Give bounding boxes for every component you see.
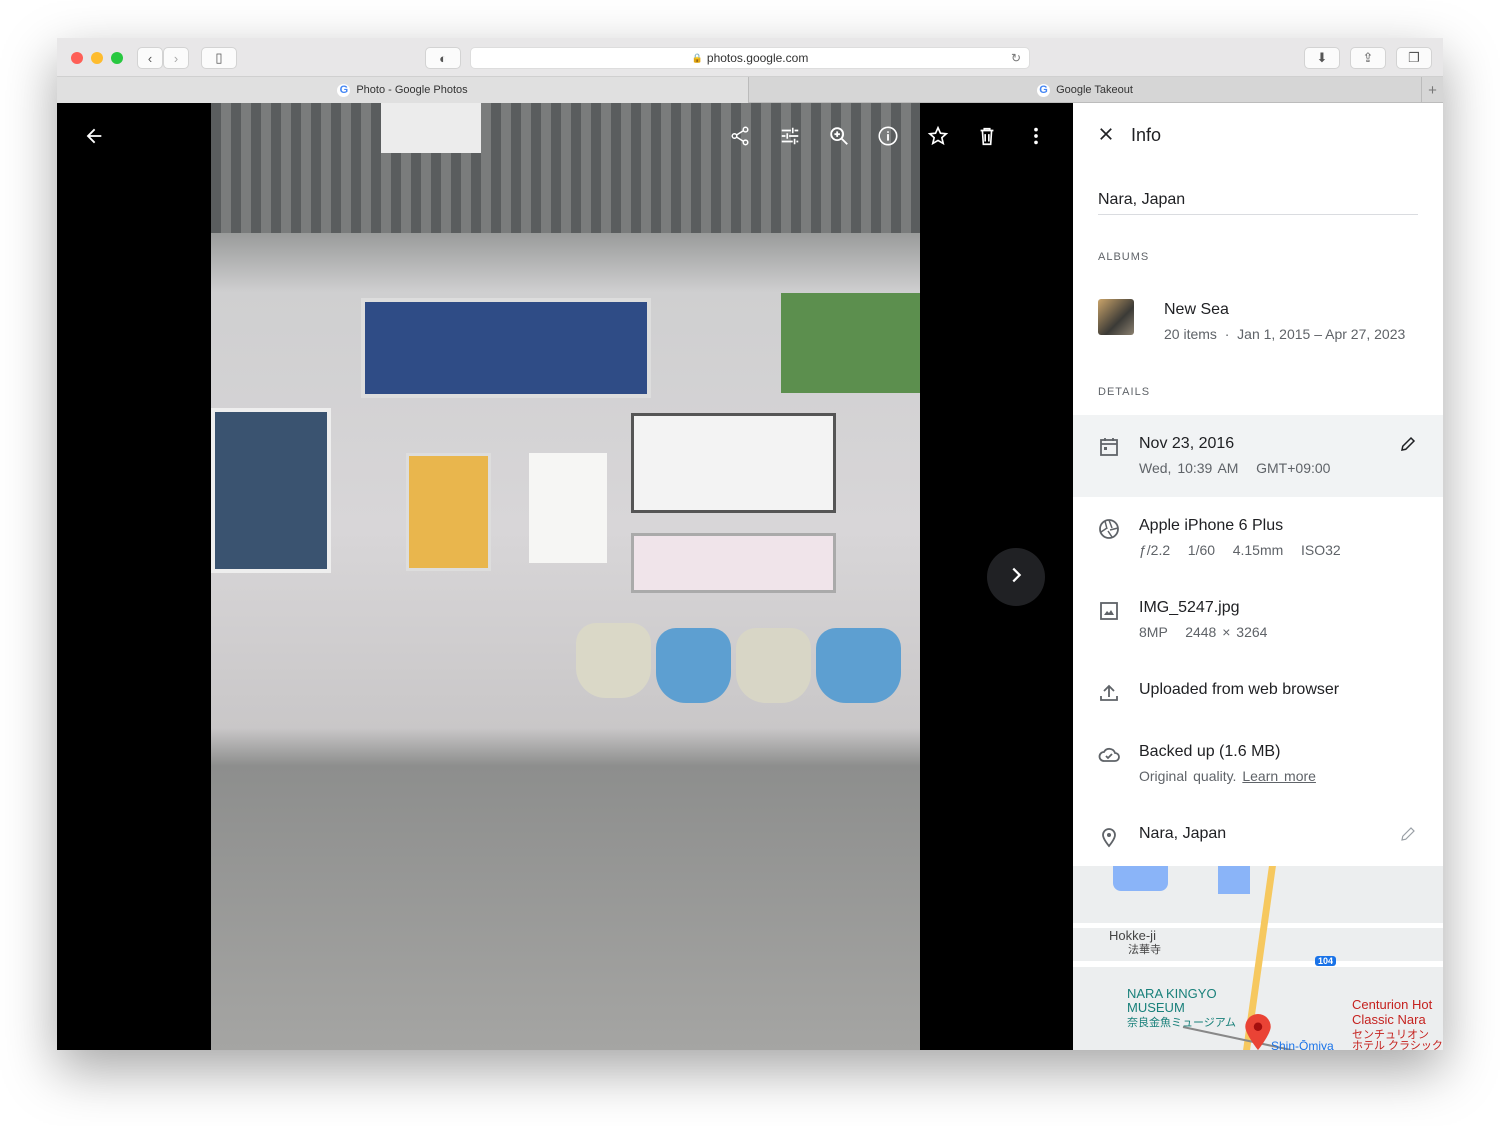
reload-icon[interactable]: ↻ (1011, 51, 1021, 65)
forward-button[interactable]: › (163, 47, 189, 69)
share-page-icon[interactable]: ⇪ (1350, 47, 1386, 69)
photo[interactable] (211, 103, 920, 1050)
tab-bar: G Photo - Google Photos G Google Takeout + (57, 77, 1443, 103)
info-panel: Info Nara, Japan ALBUMS New Sea 20 items… (1073, 103, 1443, 1050)
description-input[interactable]: Nara, Japan (1098, 191, 1418, 215)
map-label: 法華寺 (1128, 944, 1161, 956)
google-favicon-icon: G (1037, 83, 1051, 97)
location-pin-icon (1097, 825, 1121, 849)
close-icon[interactable] (1097, 125, 1115, 148)
cloud-done-icon (1097, 743, 1121, 767)
album-count: 20 items (1164, 326, 1217, 342)
edit-location-pencil-icon[interactable] (1399, 825, 1417, 848)
map-marker-icon (1245, 1014, 1271, 1050)
backup-row: Backed up (1.6 MB) Original quality. Lea… (1073, 723, 1443, 805)
google-favicon-icon: G (337, 83, 351, 97)
map-label: MUSEUM (1127, 1000, 1185, 1015)
star-icon[interactable] (925, 123, 951, 149)
browser-toolbar: ‹ › ▯ ◐ 🔒 photos.google.com ↻ ⬇ ⇪ ❐ (57, 38, 1443, 77)
map-label: 奈良金魚ミュージアム (1127, 1017, 1237, 1029)
share-icon[interactable] (727, 123, 753, 149)
file-dimensions: 8MP 2448 × 3264 (1139, 624, 1268, 640)
chevron-right-icon (1005, 564, 1027, 591)
trash-icon[interactable] (974, 123, 1000, 149)
tab-google-photos[interactable]: G Photo - Google Photos (57, 77, 748, 103)
file-row: IMG_5247.jpg 8MP 2448 × 3264 (1073, 579, 1443, 661)
info-icon[interactable] (875, 123, 901, 149)
camera-row: Apple iPhone 6 Plus ƒ/2.2 1/60 4.15mm IS… (1073, 497, 1443, 579)
albums-header: ALBUMS (1098, 251, 1150, 263)
file-name: IMG_5247.jpg (1139, 599, 1240, 616)
album-name: New Sea (1164, 301, 1229, 318)
location-map[interactable]: Hokke-ji 法華寺 104 NARA KINGYO MUSEUM 奈良金魚… (1073, 866, 1443, 1050)
downloads-icon[interactable]: ⬇ (1304, 47, 1340, 69)
camera-model: Apple iPhone 6 Plus (1139, 517, 1284, 534)
time-text: Wed, 10:39 AM GMT+09:00 (1139, 460, 1331, 476)
album-item[interactable]: New Sea 20 items · Jan 1, 2015 – Apr 27,… (1073, 293, 1443, 353)
panel-title: Info (1131, 125, 1162, 145)
map-label: Shin-Ōmiya (1271, 1039, 1334, 1050)
learn-more-link[interactable]: Learn more (1242, 768, 1316, 784)
tab-label: Photo - Google Photos (356, 84, 468, 96)
upload-icon (1097, 681, 1121, 705)
image-icon (1097, 599, 1121, 623)
album-thumbnail (1098, 299, 1134, 335)
url-text: photos.google.com (706, 51, 809, 65)
edit-icon[interactable] (777, 123, 803, 149)
map-label: 104 (1315, 956, 1337, 966)
back-arrow-icon[interactable] (81, 123, 107, 149)
tab-label: Google Takeout (1056, 84, 1133, 96)
address-bar[interactable]: 🔒 photos.google.com ↻ (470, 47, 1030, 69)
browser-window: ‹ › ▯ ◐ 🔒 photos.google.com ↻ ⬇ ⇪ ❐ G Photo… (57, 38, 1443, 1050)
tab-google-takeout[interactable]: G Google Takeout (748, 77, 1421, 103)
map-label: Classic Nara (1352, 1012, 1426, 1027)
lock-icon: 🔒 (691, 52, 703, 63)
map-label: NARA KINGYO (1127, 986, 1217, 1001)
zoom-window-button[interactable] (111, 52, 123, 64)
photo-viewer (57, 103, 1073, 1050)
edit-date-pencil-icon[interactable] (1399, 435, 1417, 458)
camera-aperture-icon (1097, 517, 1121, 541)
back-button[interactable]: ‹ (137, 47, 163, 69)
album-dates: Jan 1, 2015 – Apr 27, 2023 (1237, 326, 1406, 342)
sidebar-icon[interactable]: ▯ (201, 47, 237, 69)
new-tab-button[interactable]: + (1421, 77, 1443, 103)
zoom-in-icon[interactable] (826, 123, 852, 149)
date-text: Nov 23, 2016 (1139, 435, 1235, 452)
date-row[interactable]: Nov 23, 2016 Wed, 10:39 AM GMT+09:00 (1073, 415, 1443, 497)
map-label: Centurion Hot (1352, 997, 1433, 1012)
location-text: Nara, Japan (1139, 825, 1227, 842)
map-label: ホテル クラシック (1352, 1040, 1443, 1050)
privacy-shield-icon[interactable]: ◐ (425, 47, 461, 69)
more-vert-icon[interactable] (1023, 123, 1049, 149)
upload-source: Uploaded from web browser (1139, 681, 1340, 698)
backup-status: Backed up (1.6 MB) (1139, 743, 1281, 760)
details-header: DETAILS (1098, 386, 1151, 398)
minimize-window-button[interactable] (91, 52, 103, 64)
backup-quality: Original quality. (1139, 768, 1237, 784)
tab-overview-icon[interactable]: ❐ (1396, 47, 1432, 69)
camera-settings: ƒ/2.2 1/60 4.15mm ISO32 (1139, 542, 1341, 558)
close-window-button[interactable] (71, 52, 83, 64)
next-photo-button[interactable] (987, 548, 1045, 606)
calendar-icon (1097, 435, 1121, 459)
